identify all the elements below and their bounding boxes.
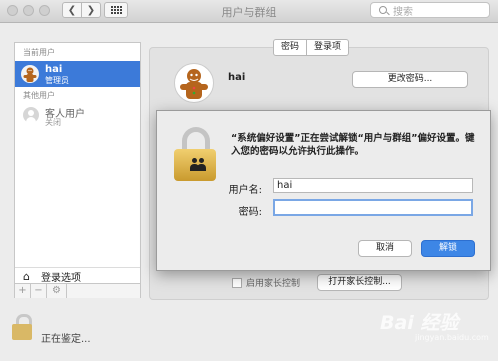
lock-users-icon	[174, 127, 216, 183]
house-icon: ⌂	[23, 270, 30, 283]
baidu-watermark-url: jingyan.baidu.com	[415, 333, 489, 342]
username-field[interactable]: hai	[273, 178, 473, 193]
current-users-label: 当前用户	[23, 48, 55, 57]
user-full-name: hai	[228, 72, 246, 83]
tab-login-items[interactable]: 登录项	[306, 40, 348, 55]
remove-user-button[interactable]: −	[31, 284, 47, 298]
other-users-label: 其他用户	[23, 91, 55, 100]
open-parental-controls-button[interactable]: 打开家长控制...	[317, 274, 402, 291]
search-icon	[379, 6, 387, 14]
tab-bar: 密码 登录项	[273, 39, 350, 56]
title-bar: ❮ ❯ 用户与群组 搜索	[0, 0, 498, 23]
user-picture[interactable]	[174, 63, 214, 103]
guest-status: 关闭	[45, 118, 61, 127]
dialog-message: “系统偏好设置”正在尝试解锁“用户与群组”偏好设置。键入您的密码以允许执行此操作…	[231, 133, 475, 157]
gear-icon[interactable]: ⚙	[47, 284, 67, 298]
password-label: 密码:	[238, 207, 262, 218]
avatar	[21, 65, 39, 83]
search-input[interactable]: 搜索	[370, 2, 490, 18]
checkbox[interactable]	[232, 277, 242, 288]
lock-icon[interactable]	[12, 314, 34, 342]
sidebar-button-bar: + − ⚙	[15, 283, 140, 298]
parental-controls-checkbox[interactable]: 启用家长控制	[232, 276, 300, 289]
user-role: 管理员	[45, 76, 69, 85]
username-label: 用户名:	[228, 185, 262, 196]
user-list-item-hai[interactable]: hai 管理员	[15, 61, 140, 87]
login-options-label: 登录选项	[41, 273, 81, 284]
baidu-watermark-logo: Bai 经验	[380, 312, 459, 334]
add-user-button[interactable]: +	[15, 284, 31, 298]
user-list-sidebar: 当前用户 hai 管理员 其他用户 客人用户 关闭 ⌂ 登录选项 + − ⚙	[14, 42, 141, 298]
login-options-item[interactable]: ⌂ 登录选项	[15, 267, 140, 284]
user-name: hai	[45, 64, 63, 75]
parental-controls-label: 启用家长控制	[246, 279, 301, 289]
tab-password[interactable]: 密码	[274, 40, 306, 55]
unlock-button[interactable]: 解锁	[421, 240, 475, 257]
cancel-button[interactable]: 取消	[358, 240, 412, 257]
password-field[interactable]	[273, 199, 473, 216]
change-password-button[interactable]: 更改密码...	[352, 71, 468, 88]
auth-status-text: 正在鉴定...	[41, 334, 91, 345]
guest-avatar-icon	[23, 107, 39, 123]
user-list-item-guest[interactable]: 客人用户 关闭	[15, 103, 140, 129]
